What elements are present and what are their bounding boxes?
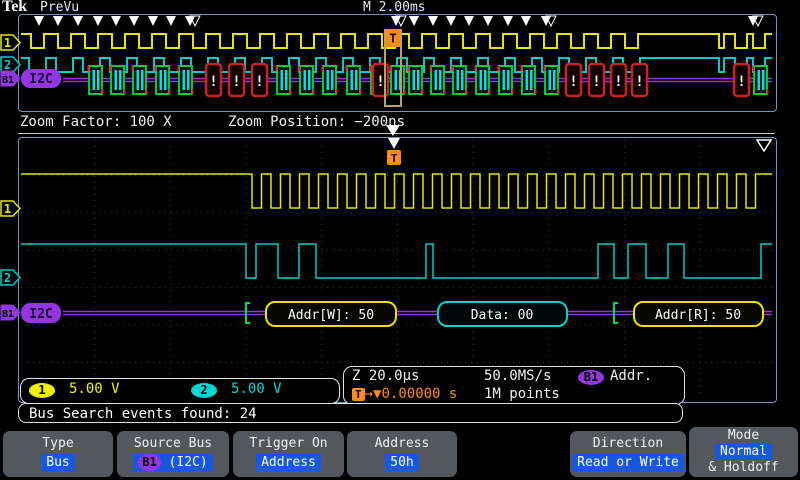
menu-address-button[interactable]: Address 50h bbox=[347, 431, 457, 477]
i2c-repeat-start-bracket bbox=[613, 302, 618, 324]
menu-trigger-on-label: Trigger On bbox=[249, 436, 328, 451]
bus-badge: B1 bbox=[578, 370, 604, 385]
svg-text:!: ! bbox=[592, 74, 600, 90]
event-marker-icon bbox=[755, 139, 773, 153]
ch1-scale: 5.00 V bbox=[69, 381, 120, 397]
menu-type-value: Bus bbox=[41, 454, 75, 471]
overview-bus-badge: B1 bbox=[0, 70, 21, 87]
i2c-start-bracket bbox=[245, 302, 250, 324]
zoom-waveforms bbox=[21, 140, 772, 398]
menu-direction-value: Read or Write bbox=[572, 454, 684, 471]
timing-readout: Z 20.0µs 50.0MS/s B1 Addr. T →▼0.00000 s … bbox=[343, 366, 685, 405]
bus-search-result-bar: Bus Search events found: 24 bbox=[18, 403, 683, 423]
zoom-ch2-badge: 2 bbox=[0, 269, 22, 286]
i2c-addr-write-label: Addr[W]: 50 bbox=[288, 308, 374, 323]
menu-source-bus-button[interactable]: Source Bus B1 (I2C) bbox=[117, 431, 229, 477]
svg-text:!: ! bbox=[209, 74, 217, 90]
sample-rate: 50.0MS/s bbox=[484, 368, 552, 384]
menu-trigger-on-button[interactable]: Trigger On Address bbox=[233, 431, 344, 477]
overview-waveforms: !!!!!!!!! bbox=[21, 15, 772, 98]
menu-address-value: 50h bbox=[385, 454, 419, 471]
zoom-ch1-badge: 1 bbox=[0, 200, 22, 217]
trigger-position-marker bbox=[386, 125, 400, 136]
timebase-readout: M 2.00ms bbox=[363, 0, 426, 15]
b1-badge: B1 bbox=[138, 454, 161, 471]
trigger-time-group: T →▼0.00000 s bbox=[352, 386, 457, 402]
svg-text:1: 1 bbox=[4, 202, 11, 216]
ch1-badge: 1 bbox=[29, 383, 55, 398]
overview-svg: !!!!!!!!! T I2C bbox=[21, 15, 772, 107]
trigger-time: 0.00000 s bbox=[381, 386, 458, 402]
trigger-arrow-icon: →▼ bbox=[364, 386, 382, 402]
menu-source-bus-label: Source Bus bbox=[133, 436, 213, 451]
menu-direction-label: Direction bbox=[592, 436, 664, 451]
svg-text:2: 2 bbox=[4, 271, 11, 285]
i2c-bus-label: I2C bbox=[29, 307, 52, 322]
svg-text:!: ! bbox=[737, 74, 745, 90]
ch2-badge: 2 bbox=[191, 383, 217, 398]
i2c-addr-read-label: Addr[R]: 50 bbox=[655, 308, 741, 323]
zoom-bus-badge: B1 bbox=[0, 304, 21, 321]
svg-text:!: ! bbox=[232, 74, 240, 90]
menu-direction-button[interactable]: Direction Read or Write bbox=[570, 431, 686, 477]
svg-text:!: ! bbox=[614, 74, 622, 90]
zoom-svg: T I2C Addr[W]: 50 Data: 00 Addr[R]: 50 bbox=[21, 138, 773, 398]
menu-mode-label: Mode bbox=[727, 428, 760, 443]
svg-text:!: ! bbox=[255, 74, 263, 90]
svg-text:B1: B1 bbox=[2, 75, 14, 86]
record-length: 1M points bbox=[484, 386, 560, 402]
overview-ch1-badge: 1 bbox=[0, 34, 22, 51]
menu-type-label: Type bbox=[42, 436, 74, 451]
svg-text:!: ! bbox=[376, 74, 384, 90]
menu-trigger-on-value: Address bbox=[256, 454, 321, 471]
acquisition-status: PreVu bbox=[40, 0, 80, 15]
svg-text:!: ! bbox=[635, 74, 643, 90]
svg-text:!: ! bbox=[569, 74, 577, 90]
menu-mode-value2: & Holdoff bbox=[708, 460, 779, 475]
svg-text:1: 1 bbox=[4, 36, 11, 50]
menu-source-bus-value: B1 (I2C) bbox=[133, 454, 213, 471]
i2c-bus-label: I2C bbox=[29, 72, 52, 87]
trigger-t-icon: T bbox=[352, 388, 365, 401]
menu-mode-value: Normal bbox=[715, 444, 772, 460]
channel-scale-readout: 1 5.00 V 2 5.00 V bbox=[20, 378, 340, 404]
oscilloscope-screen: Tek PreVu M 2.00ms !!!!!!!!! T I2C 1 2 B… bbox=[0, 0, 800, 480]
i2c-data-label: Data: 00 bbox=[471, 308, 534, 323]
zoom-factor-readout: Zoom Factor: 100 X bbox=[20, 114, 172, 130]
zoom-position-readout: Zoom Position: −200ns bbox=[228, 114, 406, 130]
ch2-scale: 5.00 V bbox=[231, 381, 282, 397]
zoom-scale: Z 20.0µs bbox=[352, 368, 420, 384]
menu-address-label: Address bbox=[374, 436, 430, 451]
trigger-point-icon bbox=[388, 138, 400, 149]
menu-type-button[interactable]: Type Bus bbox=[3, 431, 113, 477]
zoom-static: T I2C Addr[W]: 50 Data: 00 Addr[R]: 50 bbox=[21, 138, 773, 327]
trigger-flag-label: T bbox=[391, 152, 398, 165]
zoom-window: T I2C Addr[W]: 50 Data: 00 Addr[R]: 50 bbox=[18, 137, 777, 403]
menu-mode-button[interactable]: Mode Normal & Holdoff bbox=[689, 427, 798, 477]
svg-text:B1: B1 bbox=[2, 309, 14, 320]
trigger-flag-label: T bbox=[389, 32, 396, 46]
bus-trigger-mode: Addr. bbox=[610, 368, 653, 384]
overview-window: !!!!!!!!! T I2C bbox=[18, 14, 777, 112]
